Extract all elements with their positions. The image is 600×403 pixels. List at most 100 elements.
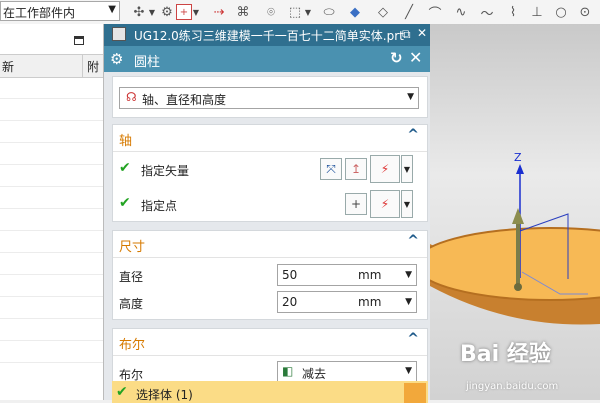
selection-box-icon[interactable]: + — [176, 4, 192, 20]
close-icon[interactable]: ✕ — [409, 48, 422, 67]
spline-icon[interactable]: ∿ — [452, 3, 470, 21]
check-icon: ✔ — [119, 160, 131, 176]
list-row-divider — [0, 252, 103, 253]
target-icon[interactable]: ⊙ — [576, 3, 594, 21]
height-value: 20 — [282, 295, 298, 309]
boolean-dropdown[interactable]: ◧ 减去 ▼ — [277, 361, 417, 383]
list-row-divider — [0, 142, 103, 143]
rectangle-select-icon[interactable]: ⬚ — [286, 3, 304, 21]
line-icon[interactable]: ╱ — [400, 3, 418, 21]
circle-icon[interactable]: ○ — [552, 3, 570, 21]
chevron-down-icon[interactable]: ▼ — [148, 3, 156, 21]
chevron-down-icon[interactable]: ▼ — [405, 270, 412, 280]
dialog-header: ⚙ 圆柱 ↻ ✕ — [104, 46, 430, 72]
height-input[interactable]: 20 mm ▼ — [277, 291, 417, 313]
height-unit: mm — [358, 295, 382, 309]
chevron-down-icon: ▼ — [108, 4, 116, 15]
chevron-down-icon[interactable]: ▼ — [405, 297, 412, 307]
watermark-url: jingyan.baidu.com — [466, 381, 559, 392]
navigator-header: 新 附 — [0, 54, 103, 78]
point-icon[interactable]: ◇ — [374, 3, 392, 21]
reset-icon[interactable]: ↻ — [390, 49, 403, 67]
list-row-divider — [0, 186, 103, 187]
eraser-icon[interactable]: ⬭ — [320, 3, 338, 21]
list-row-divider — [0, 362, 103, 363]
section-title: 尺寸 — [119, 240, 146, 255]
body-cube-icon[interactable] — [404, 383, 426, 403]
check-icon: ✔ — [119, 195, 131, 211]
chevron-down-icon: ▼ — [405, 366, 412, 376]
section-title: 轴 — [119, 134, 133, 149]
chevron-down-icon: ▼ — [407, 92, 414, 102]
cylinder-type-icon: ☊ — [126, 90, 137, 104]
column-header-name[interactable]: 新 — [2, 58, 14, 75]
selection-scope-value: 在工作部件内 — [3, 6, 76, 20]
gear-icon[interactable]: ⚙ — [110, 50, 123, 68]
cube-icon[interactable]: ◆ — [346, 3, 364, 21]
move-icon[interactable]: ⇢ — [210, 3, 228, 21]
list-row-divider — [0, 98, 103, 99]
filter-icon[interactable]: ⚙ — [158, 3, 176, 21]
curve-icon[interactable]: 〜 — [478, 3, 496, 22]
cylinder-type-dropdown[interactable]: ☊ 轴、直径和高度 ▼ — [119, 87, 419, 109]
chevron-down-icon[interactable]: ▼ — [192, 3, 200, 21]
z-axis-label: Z — [514, 151, 522, 164]
diameter-input[interactable]: 50 mm ▼ — [277, 264, 417, 286]
select-body-label: 选择体 (1) — [136, 388, 193, 402]
diameter-value: 50 — [282, 268, 298, 282]
column-header-extra[interactable]: 附 — [87, 58, 99, 75]
height-label: 高度 — [119, 297, 144, 311]
specify-point-label: 指定点 — [141, 199, 178, 213]
origin-point — [514, 283, 522, 291]
list-row-divider — [0, 318, 103, 319]
list-row-divider — [0, 208, 103, 209]
lasso-icon[interactable]: ⌾ — [262, 3, 280, 21]
nx-app-icon — [112, 27, 126, 41]
maximize-icon[interactable] — [74, 36, 84, 45]
boolean-value: 减去 — [302, 367, 327, 381]
inferred-vector-icon[interactable]: ⚡ — [370, 155, 400, 183]
z-axis-arrow — [516, 164, 524, 174]
diameter-unit: mm — [358, 268, 382, 282]
list-row-divider — [0, 340, 103, 341]
list-row-divider — [0, 230, 103, 231]
reverse-direction-icon[interactable]: ⤧ — [320, 158, 342, 180]
section-divider — [113, 355, 427, 356]
show-hide-icon[interactable]: ⌘ — [234, 3, 252, 21]
collapse-icon[interactable]: ^ — [407, 331, 419, 347]
perpendicular-icon[interactable]: ⊥ — [528, 3, 546, 21]
collapse-icon[interactable]: ^ — [407, 233, 419, 249]
dialog-title: 圆柱 — [134, 55, 161, 70]
chevron-down-icon[interactable]: ▼ — [401, 155, 413, 183]
specify-vector-label: 指定矢量 — [141, 164, 190, 178]
list-row-divider — [0, 164, 103, 165]
part-navigator-panel: 新 附 — [0, 24, 104, 400]
inferred-point-icon[interactable]: ⚡ — [370, 190, 400, 218]
vector-dialog-icon[interactable]: ↥ — [345, 158, 367, 180]
window-title-bar: UG12.0练习三维建模一千一百七十二简单实体.prt ⧉ ✕ — [104, 24, 430, 46]
list-row-divider — [0, 296, 103, 297]
section-divider — [113, 257, 427, 258]
window-title: UG12.0练习三维建模一千一百七十二简单实体.prt — [134, 29, 404, 43]
tangent-icon[interactable]: ⌇ — [504, 3, 522, 21]
check-icon: ✔ — [116, 384, 128, 400]
collapse-icon[interactable]: ^ — [407, 127, 419, 143]
cylinder-type-value: 轴、直径和高度 — [142, 93, 227, 107]
close-icon[interactable]: ✕ — [417, 26, 427, 40]
chevron-down-icon[interactable]: ▼ — [304, 3, 312, 21]
pin-icon[interactable]: ⧉ — [402, 27, 411, 42]
chevron-down-icon[interactable]: ▼ — [401, 190, 413, 218]
section-title: 布尔 — [119, 338, 146, 353]
vector-arrow-head — [512, 208, 524, 224]
section-divider — [113, 151, 427, 152]
snap-icon[interactable]: ✣ — [130, 3, 148, 21]
point-dialog-icon[interactable]: + — [345, 193, 367, 215]
axis-section: 轴 ^ ✔ 指定矢量 ⤧ ↥ ⚡ ▼ ✔ 指定点 + ⚡ ▼ — [112, 124, 428, 222]
top-toolbar: 在工作部件内 ▼ ✣ ▼ ⚙ + ▼ ⇢ ⌘ ⌾ ⬚ ▼ ⬭ ◆ ◇ ╱ ⌒ ∿… — [0, 0, 600, 25]
list-row-divider — [0, 120, 103, 121]
arc-icon[interactable]: ⌒ — [426, 3, 444, 22]
column-divider — [82, 55, 83, 77]
selection-scope-dropdown[interactable]: 在工作部件内 ▼ — [0, 1, 120, 21]
type-section: ☊ 轴、直径和高度 ▼ — [112, 76, 428, 118]
diameter-label: 直径 — [119, 270, 144, 284]
